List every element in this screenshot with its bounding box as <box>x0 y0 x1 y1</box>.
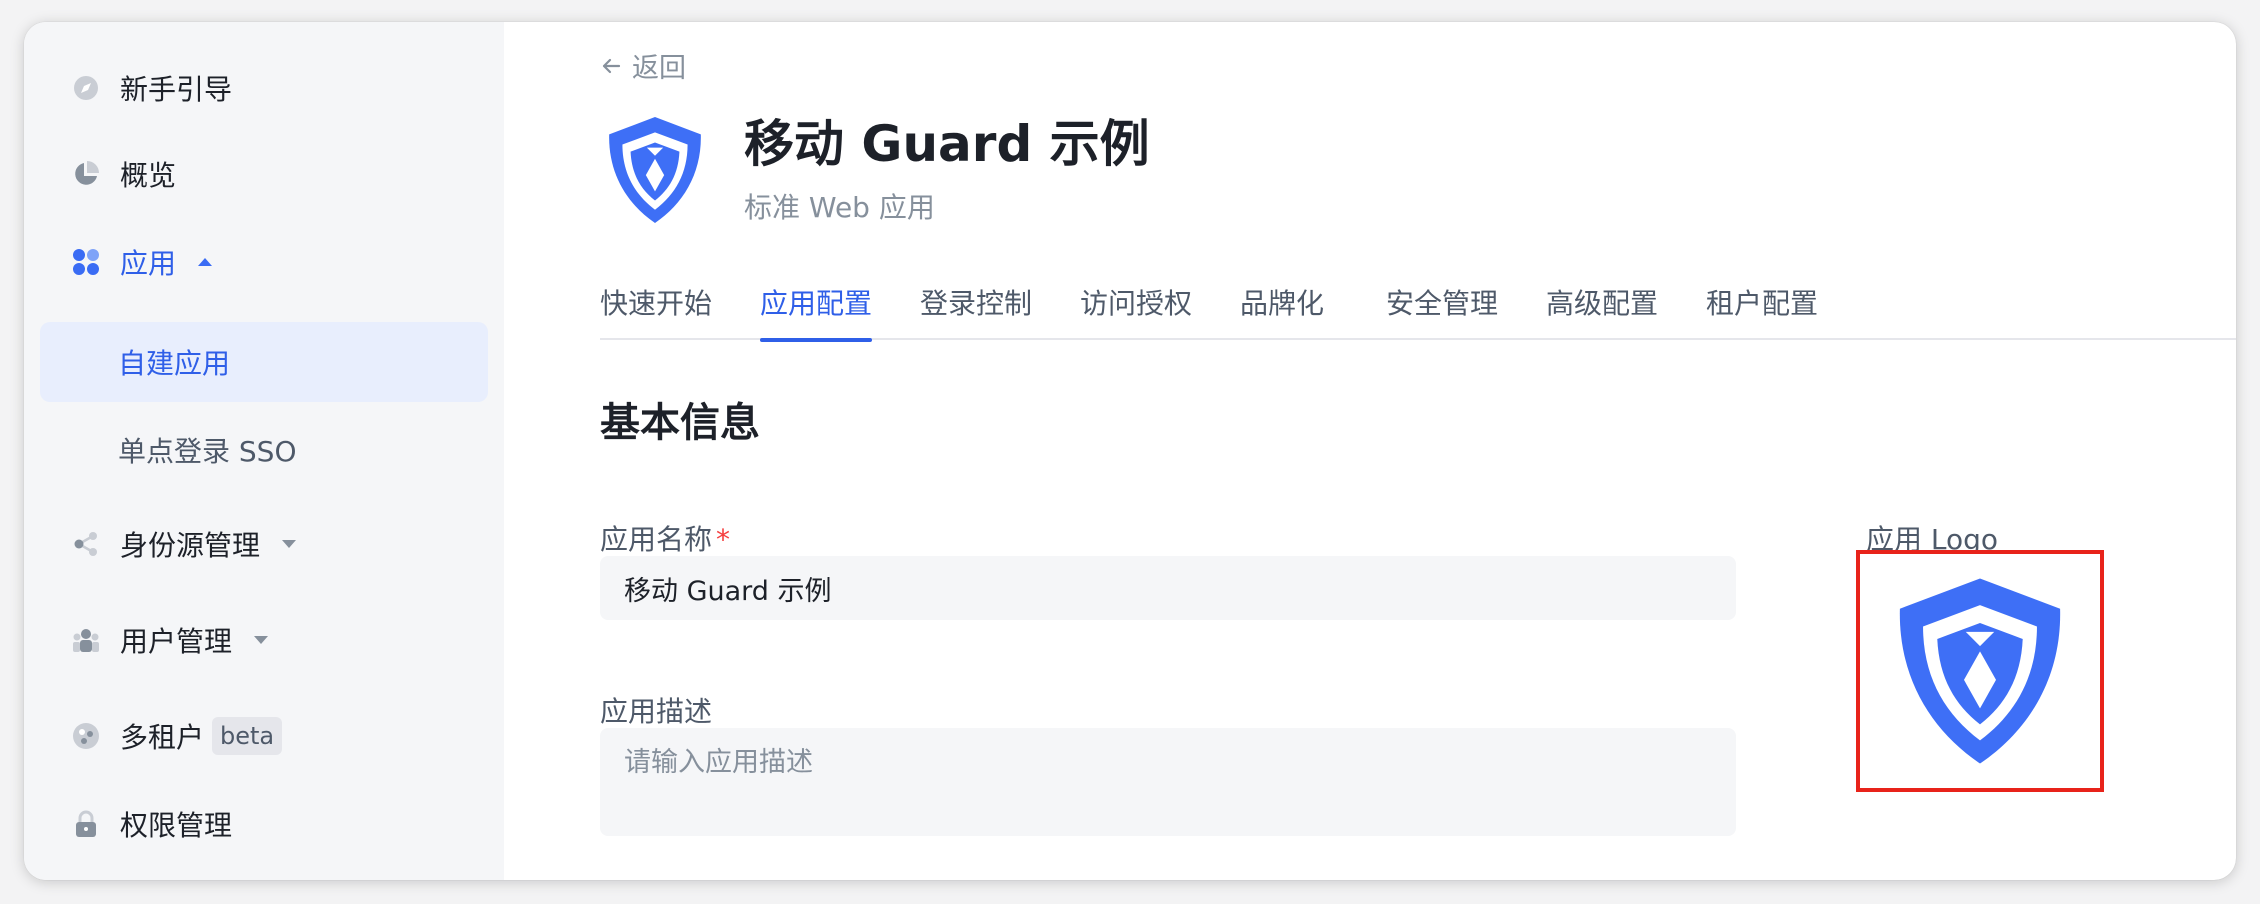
sidebar-subitem-label: 单点登录 SSO <box>118 435 297 468</box>
app-description-label: 应用描述 <box>600 695 713 728</box>
tab-login-control[interactable]: 登录控制 <box>920 278 1032 340</box>
tab-bar: 快速开始 应用配置 登录控制 访问授权 品牌化 安全管理 高级配置 租户配置 <box>600 278 2236 342</box>
tab-branding[interactable]: 品牌化 <box>1240 278 1324 340</box>
sidebar-item-onboarding[interactable]: 新手引导 <box>24 58 504 118</box>
sidebar-item-label: 新手引导 <box>120 73 233 106</box>
sidebar-item-users[interactable]: 用户管理 <box>24 610 504 670</box>
tab-tenant-config[interactable]: 租户配置 <box>1706 278 1818 340</box>
app-window: 新手引导 概览 应用 自建应用 单点登录 SSO 身份源管理 用户管理 多租户 … <box>24 22 2236 880</box>
sidebar-item-multi-tenant[interactable]: 多租户 beta <box>24 706 504 766</box>
sidebar-subitem-custom-apps[interactable]: 自建应用 <box>40 322 488 402</box>
sidebar-item-label: 概览 <box>120 159 177 192</box>
logo-upload[interactable] <box>1856 550 2104 792</box>
chevron-down-icon <box>282 540 296 548</box>
page-subtitle: 标准 Web 应用 <box>744 191 935 224</box>
beta-badge: beta <box>212 717 283 755</box>
app-logo <box>604 114 706 226</box>
sidebar-item-identity-sources[interactable]: 身份源管理 <box>24 514 504 574</box>
tab-advanced[interactable]: 高级配置 <box>1546 278 1658 340</box>
tenant-icon <box>72 722 100 750</box>
share-icon <box>72 530 100 558</box>
sidebar-item-apps[interactable]: 应用 <box>24 232 504 292</box>
sidebar-item-overview[interactable]: 概览 <box>24 144 504 204</box>
section-title: 基本信息 <box>600 400 760 446</box>
sidebar-item-label: 应用 <box>120 247 177 280</box>
sidebar-item-label: 用户管理 <box>120 625 233 658</box>
users-icon <box>72 626 100 654</box>
main-content: 返回 移动 Guard 示例 标准 Web 应用 快速开始 应用配置 登录控制 … <box>504 22 2236 880</box>
pie-chart-icon <box>72 160 100 188</box>
shield-icon <box>1899 578 2061 764</box>
sidebar-item-permissions[interactable]: 权限管理 <box>24 794 504 854</box>
back-label: 返回 <box>632 53 686 84</box>
chevron-down-icon <box>254 636 268 644</box>
sidebar-item-label: 多租户 <box>120 721 205 754</box>
sidebar-item-label: 权限管理 <box>120 809 233 842</box>
tab-app-config[interactable]: 应用配置 <box>760 278 873 342</box>
tab-quick-start[interactable]: 快速开始 <box>600 278 712 340</box>
sidebar-subitem-label: 自建应用 <box>118 347 231 380</box>
chevron-up-icon <box>198 258 212 266</box>
back-link[interactable]: 返回 <box>600 46 686 85</box>
shield-icon <box>609 117 701 223</box>
app-name-input[interactable] <box>600 556 1736 620</box>
tab-access-authorization[interactable]: 访问授权 <box>1080 278 1192 340</box>
sidebar: 新手引导 概览 应用 自建应用 单点登录 SSO 身份源管理 用户管理 多租户 … <box>24 22 504 880</box>
app-name-label: 应用名称 * <box>600 523 731 556</box>
tab-security[interactable]: 安全管理 <box>1386 278 1498 340</box>
app-description-input[interactable] <box>600 728 1736 836</box>
arrow-left-icon <box>602 58 621 73</box>
page-title: 移动 Guard 示例 <box>744 115 1150 173</box>
apps-icon <box>72 248 100 276</box>
sidebar-item-label: 身份源管理 <box>120 529 261 562</box>
lock-icon <box>72 810 100 838</box>
compass-icon <box>72 74 100 102</box>
sidebar-subitem-sso[interactable]: 单点登录 SSO <box>40 410 488 490</box>
required-mark: * <box>716 523 731 556</box>
